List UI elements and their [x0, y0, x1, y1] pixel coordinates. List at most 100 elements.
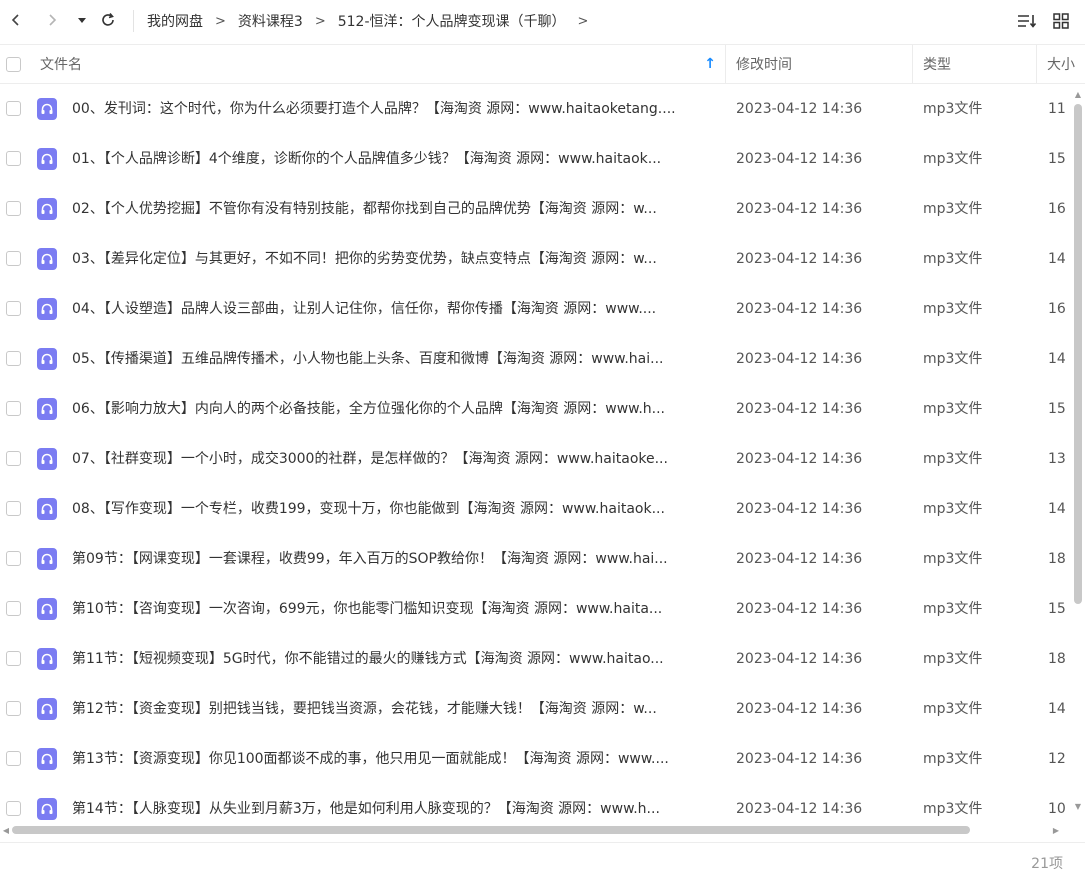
- vertical-scroll-thumb[interactable]: [1074, 104, 1082, 604]
- item-count: 21项: [1031, 856, 1063, 872]
- file-name[interactable]: 第11节：【短视频变现】5G时代，你不能错过的最火的赚钱方式【海淘资 源网：ww…: [72, 634, 716, 684]
- column-header-name[interactable]: 文件名 ↑: [40, 45, 724, 83]
- file-name[interactable]: 07、【社群变现】一个小时，成交3000的社群，是怎样做的？【海淘资 源网：ww…: [72, 434, 716, 484]
- file-row[interactable]: 04、【人设塑造】品牌人设三部曲，让别人记住你，信任你，帮你传播【海淘资 源网：…: [0, 284, 1072, 334]
- file-row[interactable]: 第09节：【网课变现】一套课程，收费99，年入百万的SOP教给你！【海淘资 源网…: [0, 534, 1072, 584]
- view-toggle-button[interactable]: [1048, 8, 1074, 34]
- row-checkbox[interactable]: [6, 101, 21, 116]
- headphones-icon: [41, 353, 53, 364]
- row-checkbox[interactable]: [6, 451, 21, 466]
- headphones-icon: [41, 703, 53, 714]
- scroll-left-icon[interactable]: ◀: [0, 824, 12, 836]
- forward-button[interactable]: [40, 8, 64, 32]
- file-type: mp3文件: [923, 201, 983, 217]
- file-size: 15: [1048, 151, 1066, 167]
- file-type: mp3文件: [923, 401, 983, 417]
- file-name[interactable]: 06、【影响力放大】内向人的两个必备技能，全方位强化你的个人品牌【海淘资 源网：…: [72, 384, 716, 434]
- select-all-checkbox[interactable]: [6, 56, 21, 72]
- column-header-modified[interactable]: 修改时间: [736, 45, 792, 83]
- refresh-button[interactable]: [96, 8, 120, 32]
- file-name[interactable]: 第14节：【人脉变现】从失业到月薪3万，他是如何利用人脉变现的？【海淘资 源网：…: [72, 784, 716, 824]
- file-name[interactable]: 03、【差异化定位】与其更好，不如不同！把你的劣势变优势，缺点变特点【海淘资 源…: [72, 234, 716, 284]
- horizontal-scrollbar[interactable]: ◀ ▶: [0, 822, 1072, 838]
- file-type: mp3文件: [923, 751, 983, 767]
- file-name[interactable]: 第13节：【资源变现】你见100面都谈不成的事，他只用见一面就能成！【海淘资 源…: [72, 734, 716, 784]
- file-row[interactable]: 第10节：【咨询变现】一次咨询，699元，你也能零门槛知识变现【海淘资 源网：w…: [0, 584, 1072, 634]
- file-row[interactable]: 02、【个人优势挖掘】不管你有没有特别技能，都帮你找到自己的品牌优势【海淘资 源…: [0, 184, 1072, 234]
- breadcrumb-separator: >: [314, 13, 326, 29]
- scroll-down-icon[interactable]: ▼: [1072, 800, 1084, 812]
- row-checkbox[interactable]: [6, 401, 21, 416]
- file-row[interactable]: 第13节：【资源变现】你见100面都谈不成的事，他只用见一面就能成！【海淘资 源…: [0, 734, 1072, 784]
- file-modified: 2023-04-12 14:36: [736, 251, 863, 267]
- breadcrumb-separator: >: [215, 13, 226, 29]
- audio-file-icon: [37, 198, 57, 220]
- scroll-right-icon[interactable]: ▶: [1050, 824, 1062, 836]
- file-name[interactable]: 01、【个人品牌诊断】4个维度，诊断你的个人品牌值多少钱？【海淘资 源网：www…: [72, 134, 716, 184]
- file-name[interactable]: 第12节：【资金变现】别把钱当钱，要把钱当资源，会花钱，才能赚大钱！【海淘资 源…: [72, 684, 716, 734]
- file-name[interactable]: 05、【传播渠道】五维品牌传播术，小人物也能上头条、百度和微博【海淘资 源网：w…: [72, 334, 716, 384]
- file-row[interactable]: 第12节：【资金变现】别把钱当钱，要把钱当资源，会花钱，才能赚大钱！【海淘资 源…: [0, 684, 1072, 734]
- file-modified: 2023-04-12 14:36: [736, 401, 863, 417]
- column-divider[interactable]: [725, 45, 726, 83]
- file-list: 00、发刊词：这个时代，你为什么必须要打造个人品牌？【海淘资 源网：www.ha…: [0, 84, 1072, 824]
- breadcrumb-separator: >: [577, 13, 589, 29]
- vertical-scrollbar[interactable]: ▲ ▼: [1072, 88, 1084, 818]
- file-name[interactable]: 第10节：【咨询变现】一次咨询，699元，你也能零门槛知识变现【海淘资 源网：w…: [72, 584, 716, 634]
- file-name[interactable]: 00、发刊词：这个时代，你为什么必须要打造个人品牌？【海淘资 源网：www.ha…: [72, 84, 716, 134]
- file-row[interactable]: 07、【社群变现】一个小时，成交3000的社群，是怎样做的？【海淘资 源网：ww…: [0, 434, 1072, 484]
- file-modified: 2023-04-12 14:36: [736, 451, 863, 467]
- audio-file-icon: [37, 448, 57, 470]
- row-checkbox[interactable]: [6, 351, 21, 366]
- breadcrumb-item-root[interactable]: 我的网盘: [147, 11, 203, 31]
- audio-file-icon: [37, 548, 57, 570]
- file-row[interactable]: 03、【差异化定位】与其更好，不如不同！把你的劣势变优势，缺点变特点【海淘资 源…: [0, 234, 1072, 284]
- row-checkbox[interactable]: [6, 201, 21, 216]
- file-modified: 2023-04-12 14:36: [736, 101, 863, 117]
- row-checkbox[interactable]: [6, 551, 21, 566]
- row-checkbox[interactable]: [6, 801, 21, 816]
- horizontal-scroll-thumb[interactable]: [12, 826, 970, 834]
- file-size: 10: [1048, 801, 1066, 817]
- breadcrumb-item-current[interactable]: 512-恒洋：个人品牌变现课（千聊）: [338, 11, 566, 31]
- file-row[interactable]: 第11节：【短视频变现】5G时代，你不能错过的最火的赚钱方式【海淘资 源网：ww…: [0, 634, 1072, 684]
- file-size: 18: [1048, 651, 1066, 667]
- column-header-size[interactable]: 大小: [1047, 45, 1075, 83]
- column-header-type[interactable]: 类型: [923, 45, 951, 83]
- row-checkbox[interactable]: [6, 251, 21, 266]
- file-modified: 2023-04-12 14:36: [736, 351, 863, 367]
- file-row[interactable]: 08、【写作变现】一个专栏，收费199，变现十万，你也能做到【海淘资 源网：ww…: [0, 484, 1072, 534]
- row-checkbox[interactable]: [6, 751, 21, 766]
- file-name[interactable]: 08、【写作变现】一个专栏，收费199，变现十万，你也能做到【海淘资 源网：ww…: [72, 484, 716, 534]
- file-modified: 2023-04-12 14:36: [736, 551, 863, 567]
- file-row[interactable]: 00、发刊词：这个时代，你为什么必须要打造个人品牌？【海淘资 源网：www.ha…: [0, 84, 1072, 134]
- status-bar: 21项: [0, 842, 1085, 874]
- sort-button[interactable]: [1014, 8, 1040, 34]
- caret-down-icon: [78, 18, 86, 23]
- file-name[interactable]: 02、【个人优势挖掘】不管你有没有特别技能，都帮你找到自己的品牌优势【海淘资 源…: [72, 184, 716, 234]
- row-checkbox[interactable]: [6, 701, 21, 716]
- file-row[interactable]: 06、【影响力放大】内向人的两个必备技能，全方位强化你的个人品牌【海淘资 源网：…: [0, 384, 1072, 434]
- sort-icon: [1018, 15, 1037, 28]
- row-checkbox[interactable]: [6, 151, 21, 166]
- file-size: 14: [1048, 501, 1066, 517]
- history-dropdown-button[interactable]: [70, 8, 94, 32]
- file-name[interactable]: 04、【人设塑造】品牌人设三部曲，让别人记住你，信任你，帮你传播【海淘资 源网：…: [72, 284, 716, 334]
- column-divider[interactable]: [912, 45, 913, 83]
- row-checkbox[interactable]: [6, 301, 21, 316]
- file-name[interactable]: 第09节：【网课变现】一套课程，收费99，年入百万的SOP教给你！【海淘资 源网…: [72, 534, 716, 584]
- headphones-icon: [41, 803, 53, 814]
- file-row[interactable]: 01、【个人品牌诊断】4个维度，诊断你的个人品牌值多少钱？【海淘资 源网：www…: [0, 134, 1072, 184]
- file-type: mp3文件: [923, 701, 983, 717]
- file-row[interactable]: 第14节：【人脉变现】从失业到月薪3万，他是如何利用人脉变现的？【海淘资 源网：…: [0, 784, 1072, 824]
- row-checkbox[interactable]: [6, 651, 21, 666]
- row-checkbox[interactable]: [6, 601, 21, 616]
- headphones-icon: [41, 453, 53, 464]
- back-button[interactable]: [4, 8, 28, 32]
- audio-file-icon: [37, 348, 57, 370]
- row-checkbox[interactable]: [6, 501, 21, 516]
- scroll-up-icon[interactable]: ▲: [1072, 88, 1084, 100]
- file-row[interactable]: 05、【传播渠道】五维品牌传播术，小人物也能上头条、百度和微博【海淘资 源网：w…: [0, 334, 1072, 384]
- column-divider[interactable]: [1036, 45, 1037, 83]
- breadcrumb-item-folder[interactable]: 资料课程3: [238, 11, 303, 31]
